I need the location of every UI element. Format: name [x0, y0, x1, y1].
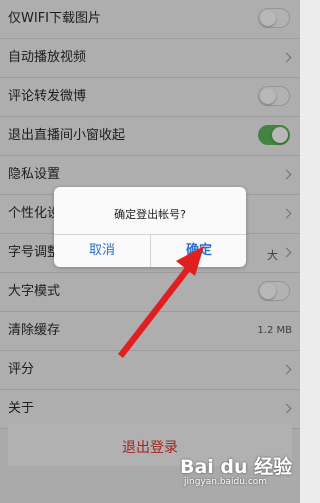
confirm-button[interactable]: 确定	[151, 235, 246, 267]
logout-confirm-dialog: 确定登出帐号? 取消 确定	[54, 187, 246, 267]
watermark-brand: Bai du 经验	[180, 456, 293, 478]
dialog-message: 确定登出帐号?	[114, 208, 186, 221]
baidu-jingyan-watermark: Bai du 经验 jingyan.baidu.com	[178, 450, 298, 490]
cancel-button[interactable]: 取消	[54, 235, 150, 267]
watermark-site: jingyan.baidu.com	[184, 477, 268, 487]
